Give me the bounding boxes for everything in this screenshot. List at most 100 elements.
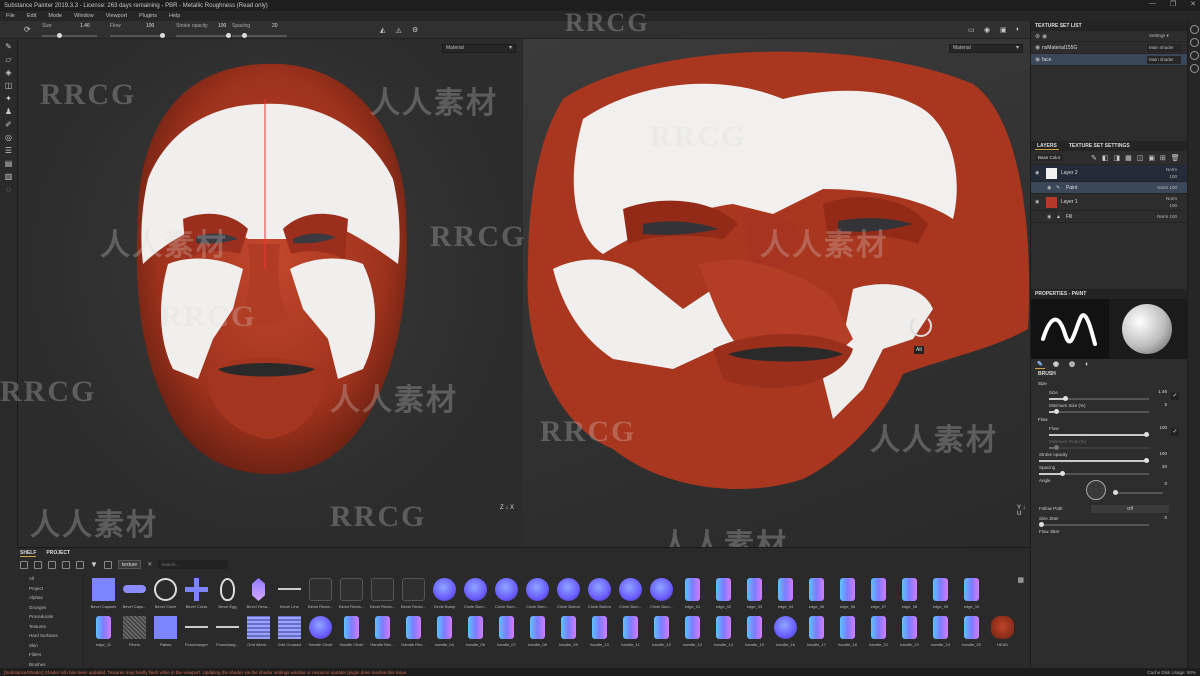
channel-dropdown[interactable]: Base Color bbox=[1035, 154, 1064, 161]
shelf-item[interactable]: handle_06 bbox=[460, 614, 491, 652]
shelf-item[interactable]: Circle Bum... bbox=[491, 576, 522, 614]
tab-texture-set-settings[interactable]: TEXTURE SET SETTINGS bbox=[1067, 143, 1132, 149]
tab-shelf[interactable]: SHELF bbox=[20, 550, 37, 557]
menu-viewport[interactable]: Viewport bbox=[106, 13, 127, 19]
shelf-search-input[interactable]: Search... bbox=[158, 560, 229, 569]
effect-blend[interactable]: Norm bbox=[1157, 214, 1168, 219]
min-size-value[interactable]: 5 bbox=[1164, 402, 1167, 407]
lazy-mouse-icon[interactable]: ◬ bbox=[396, 26, 401, 34]
size-property-knob[interactable] bbox=[1063, 396, 1069, 401]
toggle-icon[interactable] bbox=[103, 560, 112, 569]
texture-set-settings-dropdown[interactable]: Settings ▾ bbox=[1147, 32, 1181, 40]
shelf-item[interactable]: handle_09 bbox=[553, 614, 584, 652]
menu-window[interactable]: Window bbox=[74, 13, 94, 19]
export-icon[interactable]: ▥ bbox=[3, 172, 15, 182]
shelf-item[interactable]: Bevel Cross bbox=[181, 576, 212, 614]
filter-icon[interactable]: ▼ bbox=[90, 560, 98, 569]
flow-property[interactable]: Flow 100 ✓ bbox=[1031, 425, 1187, 438]
pen-pressure-icon[interactable]: ✓ bbox=[1171, 392, 1179, 400]
uv-face-texture[interactable] bbox=[523, 39, 1030, 547]
camera-icon[interactable]: ▭ bbox=[968, 26, 975, 34]
size-property-value[interactable]: 1.46 bbox=[1158, 389, 1167, 394]
minimize-button[interactable]: — bbox=[1149, 0, 1156, 8]
visibility-icon[interactable]: ◉ bbox=[1047, 185, 1056, 191]
history-icon[interactable] bbox=[1189, 64, 1199, 73]
clone-icon[interactable]: ♟ bbox=[3, 107, 15, 117]
category-project[interactable]: Project bbox=[18, 584, 83, 594]
category-hard-surfaces[interactable]: Hard Surfaces bbox=[18, 631, 83, 641]
shelf-item[interactable]: handle_18 bbox=[832, 614, 863, 652]
shelf-item[interactable]: Handle Circle bbox=[336, 614, 367, 652]
bake-icon[interactable]: ◎ bbox=[3, 133, 15, 143]
spacing-control[interactable]: Spacing bbox=[232, 23, 287, 38]
stroke-opacity-slider[interactable] bbox=[1039, 458, 1149, 463]
head-3d-model[interactable] bbox=[18, 39, 523, 547]
shelf-item[interactable]: edge_04 bbox=[770, 576, 801, 614]
shelf-item[interactable]: Circle Button bbox=[584, 576, 615, 614]
screenshot-icon[interactable]: ▣ bbox=[1000, 26, 1007, 34]
size-jitter-slider[interactable] bbox=[1039, 522, 1149, 527]
tab-project[interactable]: PROJECT bbox=[46, 550, 70, 556]
visibility-icon[interactable]: ◉ bbox=[1035, 56, 1042, 63]
shelf-item[interactable]: Bevel Recta... bbox=[336, 576, 367, 614]
size-property-slider[interactable] bbox=[1049, 396, 1149, 401]
texture-set-list-icon[interactable] bbox=[1189, 25, 1199, 34]
alpha-tab-icon[interactable]: ◍ bbox=[1067, 360, 1077, 368]
category-procedurals[interactable]: Procedurals bbox=[18, 612, 83, 622]
effect-blend[interactable]: Norm bbox=[1157, 185, 1168, 190]
spacing-property[interactable]: Spacing 20 bbox=[1031, 464, 1187, 477]
shelf-item[interactable]: Bevel Recta... bbox=[367, 576, 398, 614]
category-alphas[interactable]: Alphas bbox=[18, 593, 83, 603]
visibility-icon[interactable]: ◉ bbox=[1035, 199, 1042, 205]
viewport-2d[interactable]: Material Alt Y ↓ U bbox=[523, 39, 1030, 547]
size-jitter-knob[interactable] bbox=[1039, 522, 1044, 527]
shelf-item[interactable]: Bevel Egg bbox=[212, 576, 243, 614]
tab-layers[interactable]: LAYERS bbox=[1035, 143, 1059, 150]
spacing-value[interactable]: 20 bbox=[272, 23, 278, 29]
size-slider[interactable] bbox=[42, 33, 97, 38]
layers-toggle-icon[interactable]: ▤ bbox=[3, 159, 15, 169]
opacity-value[interactable]: 100 bbox=[218, 23, 226, 29]
shelf-item[interactable]: Bevel Circle bbox=[150, 576, 181, 614]
min-flow-property[interactable]: Minimum Flow (%) bbox=[1031, 438, 1187, 451]
eraser-icon[interactable]: ▱ bbox=[3, 55, 15, 65]
polygon-fill-icon[interactable]: ◫ bbox=[3, 81, 15, 91]
menu-mode[interactable]: Mode bbox=[48, 13, 62, 19]
shader-dropdown[interactable]: Main shader bbox=[1147, 55, 1181, 64]
opacity-slider[interactable] bbox=[176, 33, 231, 38]
maximize-button[interactable]: ❐ bbox=[1170, 0, 1176, 8]
stroke-opacity-property[interactable]: Stroke opacity 100 bbox=[1031, 451, 1187, 464]
shelf-item[interactable]: Bevel Recta... bbox=[305, 576, 336, 614]
effect-name[interactable]: Fill bbox=[1066, 214, 1072, 220]
layer-actions-icons[interactable]: ✎◧◨▦◫▣⊞🗑 bbox=[1091, 154, 1185, 162]
projection-tool-icon[interactable]: ◈ bbox=[3, 68, 15, 78]
layer-name[interactable]: Layer 1 bbox=[1061, 199, 1078, 205]
shelf-item[interactable]: edge_09 bbox=[925, 576, 956, 614]
shelf-item[interactable]: edge_01 bbox=[677, 576, 708, 614]
paint-brush-icon[interactable]: ✎ bbox=[3, 42, 15, 52]
shelf-item[interactable]: handle_23 bbox=[894, 614, 925, 652]
shelf-item[interactable]: handle_07 bbox=[491, 614, 522, 652]
min-flow-slider[interactable] bbox=[1049, 445, 1149, 450]
shelf-item[interactable]: Handle Rec... bbox=[367, 614, 398, 652]
layer-row[interactable]: ◉ Layer 2 Norm 100 bbox=[1031, 165, 1187, 182]
smudge-icon[interactable]: ✦ bbox=[3, 94, 15, 104]
size-jitter-value[interactable]: 0 bbox=[1164, 515, 1167, 520]
shelf-item[interactable]: Handle Rec... bbox=[398, 614, 429, 652]
stroke-opacity-value[interactable]: 100 bbox=[1159, 451, 1167, 456]
shelf-item[interactable]: handle_04 bbox=[429, 614, 460, 652]
layer-opacity[interactable]: 100 bbox=[1169, 203, 1177, 208]
shelf-item[interactable]: Circle Bum... bbox=[646, 576, 677, 614]
import-icon[interactable] bbox=[76, 560, 84, 569]
brush-tab-icon[interactable]: ✎ bbox=[1035, 360, 1045, 369]
min-size-knob[interactable] bbox=[1053, 409, 1059, 414]
shelf-item[interactable]: edge_02 bbox=[708, 576, 739, 614]
angle-value[interactable]: 0 bbox=[1164, 481, 1167, 486]
shelf-item[interactable]: Bevel Hexa... bbox=[243, 576, 274, 614]
clear-filter-icon[interactable]: ✕ bbox=[147, 561, 152, 568]
grid-view-icon[interactable]: ▦ bbox=[1017, 576, 1024, 584]
spacing-slider[interactable] bbox=[232, 33, 287, 38]
size-value[interactable]: 1.46 bbox=[80, 23, 90, 29]
category-all[interactable]: All bbox=[18, 574, 83, 584]
close-button[interactable]: ✕ bbox=[1190, 0, 1196, 8]
